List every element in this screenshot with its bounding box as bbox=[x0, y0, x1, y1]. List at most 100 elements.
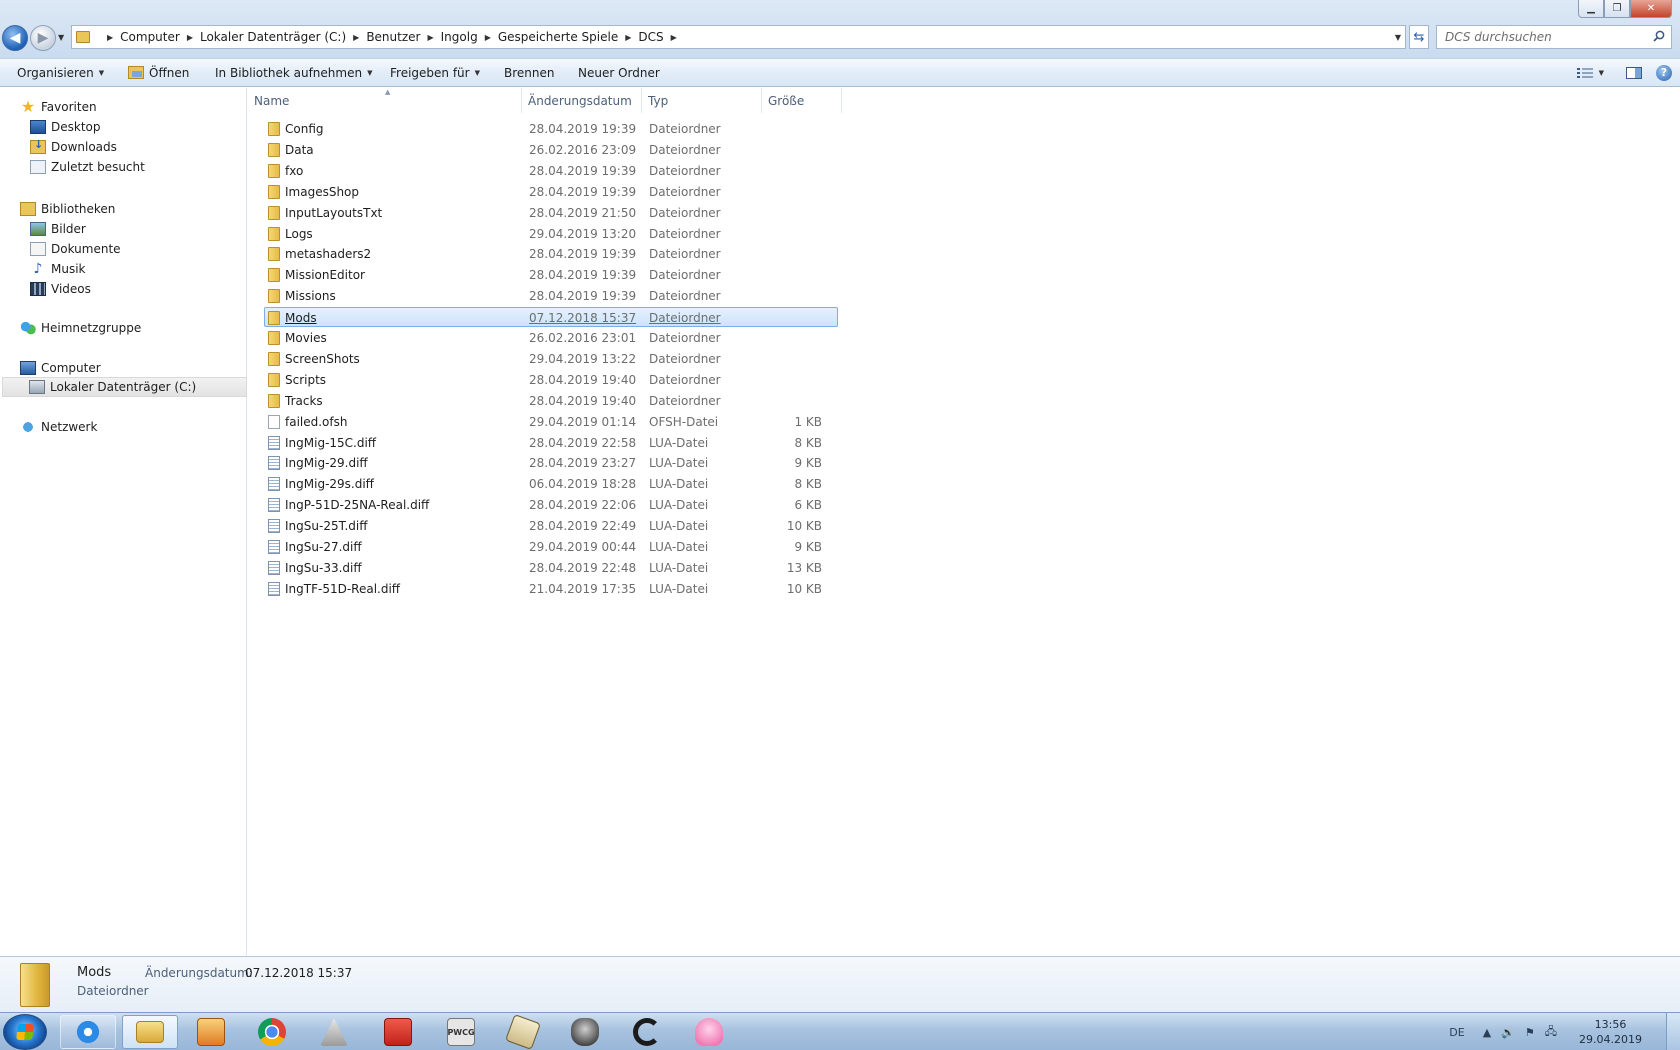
folder-row[interactable]: Mods 07.12.2018 15:37 Dateiordner bbox=[264, 307, 838, 328]
file-row[interactable]: IngTF-51D-Real.diff 21.04.2019 17:35 LUA-D… bbox=[248, 579, 838, 599]
close-button[interactable]: ✕ bbox=[1630, 0, 1672, 18]
taskbar-paper[interactable] bbox=[495, 1014, 551, 1050]
search-icon[interactable] bbox=[1653, 30, 1665, 42]
help-icon[interactable]: ? bbox=[1656, 64, 1672, 81]
nav-libraries[interactable]: Bibliotheken bbox=[20, 199, 115, 219]
view-dropdown-icon[interactable]: ▼ bbox=[1599, 69, 1604, 77]
breadcrumb-local-disk[interactable]: Lokaler Datenträger (C:) ▶ bbox=[200, 30, 366, 44]
file-list: Name ▲ Änderungsdatum Typ Größe Config 28… bbox=[248, 88, 1680, 956]
network-status-icon[interactable]: 🖧 bbox=[1545, 1023, 1557, 1042]
details-name: Mods bbox=[77, 965, 112, 980]
nav-desktop[interactable]: Desktop bbox=[30, 117, 101, 137]
file-row[interactable]: IngSu-27.diff 29.04.2019 00:44 LUA-Datei 9 … bbox=[248, 537, 838, 557]
recent-pages-dropdown[interactable]: ▼ bbox=[58, 33, 64, 42]
start-button[interactable] bbox=[3, 1014, 47, 1050]
change-view-icon[interactable] bbox=[1576, 67, 1593, 79]
maximize-button[interactable]: ❐ bbox=[1604, 0, 1630, 18]
nav-homegroup[interactable]: Heimnetzgruppe bbox=[20, 318, 141, 338]
taskbar-internet-explorer[interactable] bbox=[60, 1015, 116, 1049]
breadcrumb-computer[interactable]: Computer ▶ bbox=[120, 30, 200, 44]
breadcrumb-users[interactable]: Benutzer ▶ bbox=[366, 30, 440, 44]
file-date: 28.04.2019 19:39 bbox=[529, 122, 637, 136]
taskbar-media-player[interactable] bbox=[183, 1015, 239, 1049]
folder-row[interactable]: Tracks 28.04.2019 19:40 Dateiordner bbox=[248, 391, 838, 411]
breadcrumb-user[interactable]: Ingolg ▶ bbox=[441, 30, 498, 44]
forward-button[interactable]: ▶ bbox=[30, 25, 56, 51]
taskbar-octopus[interactable] bbox=[681, 1015, 737, 1049]
nav-music[interactable]: ♪ Musik bbox=[30, 259, 86, 279]
preview-pane-icon[interactable] bbox=[1626, 66, 1642, 79]
file-size bbox=[728, 286, 822, 306]
column-size[interactable]: Größe bbox=[762, 88, 842, 113]
share-with-button[interactable]: Freigeben für ▼ bbox=[390, 59, 480, 86]
column-date[interactable]: Änderungsdatum bbox=[522, 88, 642, 113]
include-in-library-button[interactable]: In Bibliothek aufnehmen ▼ bbox=[215, 59, 372, 86]
taskbar-red-app[interactable] bbox=[370, 1015, 426, 1049]
column-type[interactable]: Typ bbox=[642, 88, 762, 113]
file-date: 28.04.2019 22:49 bbox=[529, 519, 637, 534]
burn-button[interactable]: Brennen bbox=[504, 59, 554, 86]
taskbar-logitech[interactable] bbox=[619, 1015, 675, 1049]
action-center-flag-icon[interactable]: ⚑ bbox=[1525, 1026, 1535, 1039]
back-button[interactable]: ◀ bbox=[2, 25, 28, 51]
taskbar-dcs[interactable] bbox=[306, 1015, 362, 1049]
breadcrumb-dcs[interactable]: DCS ▶ bbox=[638, 30, 683, 44]
file-type: Dateiordner bbox=[649, 289, 721, 304]
file-row[interactable]: IngSu-33.diff 28.04.2019 22:48 LUA-Datei 13… bbox=[248, 558, 838, 578]
folder-row[interactable]: Config 28.04.2019 19:39 Dateiordner bbox=[248, 119, 838, 139]
show-desktop-button[interactable] bbox=[1666, 1013, 1680, 1050]
taskbar-pwcg[interactable]: PWCG bbox=[433, 1015, 489, 1049]
file-row[interactable]: IngP-51D-25NA-Real.diff 28.04.2019 22:06 L… bbox=[248, 495, 838, 515]
file-name: ImagesShop bbox=[285, 184, 360, 199]
nav-favorites[interactable]: ★ Favoriten bbox=[20, 97, 97, 117]
folder-row[interactable]: ImagesShop 28.04.2019 19:39 Dateiordner bbox=[248, 182, 838, 202]
file-name: IngMig-29.diff bbox=[285, 456, 368, 471]
file-icon bbox=[268, 414, 280, 429]
open-button[interactable]: Öffnen bbox=[128, 59, 189, 86]
breadcrumb-sep-root[interactable]: ▶ bbox=[100, 33, 120, 42]
nav-recent-places[interactable]: Zuletzt besucht bbox=[30, 157, 145, 177]
volume-icon[interactable]: 🔊 bbox=[1501, 1026, 1515, 1039]
search-input[interactable] bbox=[1437, 26, 1637, 48]
clock[interactable]: 13:56 29.04.2019 bbox=[1579, 1017, 1642, 1047]
taskbar-windows-explorer[interactable] bbox=[122, 1015, 178, 1049]
file-row[interactable]: IngMig-15C.diff 28.04.2019 22:58 LUA-Datei… bbox=[248, 433, 838, 453]
breadcrumb-saved-games[interactable]: Gespeicherte Spiele ▶ bbox=[498, 30, 639, 44]
folder-row[interactable]: Scripts 28.04.2019 19:40 Dateiordner bbox=[248, 370, 838, 390]
folder-row[interactable]: Data 26.02.2016 23:09 Dateiordner bbox=[248, 140, 838, 160]
file-row[interactable]: IngSu-25T.diff 28.04.2019 22:49 LUA-Datei 1… bbox=[248, 516, 838, 536]
nav-computer[interactable]: Computer bbox=[20, 358, 101, 378]
nav-documents[interactable]: Dokumente bbox=[30, 239, 121, 259]
show-hidden-icons-icon[interactable]: ▲ bbox=[1483, 1026, 1491, 1039]
taskbar-mask[interactable] bbox=[557, 1015, 613, 1049]
file-row[interactable]: failed.ofsh 29.04.2019 01:14 OFSH-Datei 1 K… bbox=[248, 412, 838, 432]
file-row[interactable]: IngMig-29.diff 28.04.2019 23:27 LUA-Datei 9… bbox=[248, 453, 838, 473]
nav-network[interactable]: Netzwerk bbox=[20, 417, 97, 437]
folder-row[interactable]: ScreenShots 29.04.2019 13:22 Dateiordner bbox=[248, 349, 838, 369]
taskbar-chrome[interactable] bbox=[244, 1015, 300, 1049]
chrome-icon bbox=[258, 1018, 286, 1046]
address-dropdown-button[interactable]: ▼ bbox=[1395, 33, 1401, 42]
nav-local-disk[interactable]: Lokaler Datenträger (C:) bbox=[2, 377, 247, 397]
folder-row[interactable]: metashaders2 28.04.2019 19:39 Dateiordner bbox=[248, 244, 838, 264]
folder-icon bbox=[268, 122, 280, 136]
folder-row[interactable]: Logs 29.04.2019 13:20 Dateiordner bbox=[248, 224, 838, 244]
language-indicator[interactable]: DE bbox=[1449, 1026, 1464, 1039]
search-box[interactable] bbox=[1436, 25, 1672, 49]
nav-pictures[interactable]: Bilder bbox=[30, 219, 86, 239]
folder-row[interactable]: Missions 28.04.2019 19:39 Dateiordner bbox=[248, 286, 838, 306]
folder-row[interactable]: MissionEditor 28.04.2019 19:39 Dateiordner bbox=[248, 265, 838, 285]
folder-row[interactable]: Movies 26.02.2016 23:01 Dateiordner bbox=[248, 328, 838, 348]
refresh-button[interactable]: ⇆ bbox=[1409, 25, 1429, 49]
address-bar[interactable]: ▶ Computer ▶ Lokaler Datenträger (C:) ▶ Be… bbox=[71, 25, 1406, 49]
file-type: Dateiordner bbox=[649, 393, 721, 408]
new-folder-button[interactable]: Neuer Ordner bbox=[578, 59, 660, 86]
nav-videos[interactable]: Videos bbox=[30, 279, 91, 299]
nav-downloads[interactable]: Downloads bbox=[30, 137, 117, 157]
minimize-button[interactable]: ▁ bbox=[1578, 0, 1604, 18]
folder-row[interactable]: InputLayoutsTxt 28.04.2019 21:50 Dateiordn… bbox=[248, 203, 838, 223]
folder-row[interactable]: fxo 28.04.2019 19:39 Dateiordner bbox=[248, 161, 838, 181]
file-row[interactable]: IngMig-29s.diff 06.04.2019 18:28 LUA-Datei… bbox=[248, 474, 838, 494]
organize-button[interactable]: Organisieren ▼ bbox=[17, 59, 104, 86]
nav-computer-label: Computer bbox=[41, 361, 101, 375]
